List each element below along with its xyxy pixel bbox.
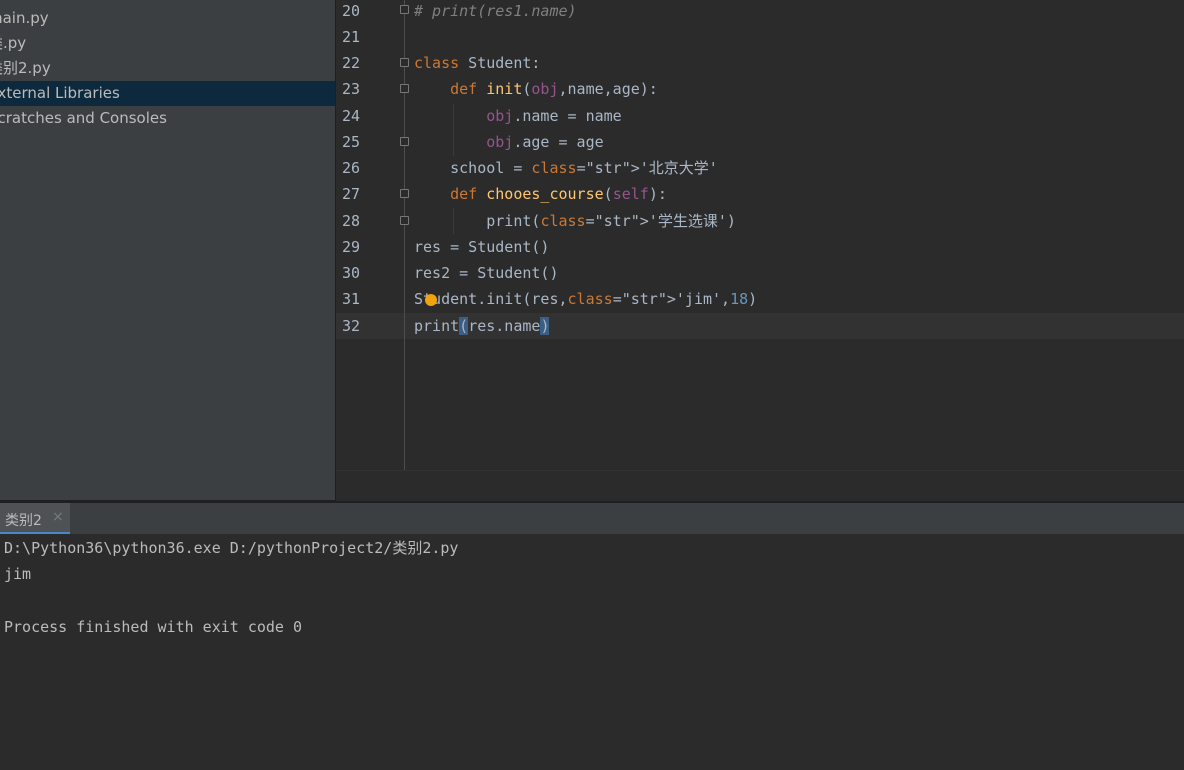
line-number: 29 [342, 238, 361, 256]
code-editor[interactable]: 20 21 22 23 24 25 26 27 28 29 30 31 32 #… [336, 0, 1184, 470]
line-number: 26 [342, 159, 361, 177]
editor-footer [336, 470, 1184, 501]
lightbulb-icon[interactable] [425, 294, 437, 306]
line-number: 22 [342, 54, 361, 72]
code-line[interactable]: school = class="str">'北京大学' [414, 155, 718, 181]
line-number-current: 32 [342, 317, 361, 335]
console-line: jim [4, 565, 32, 583]
tree-item-lei-py[interactable]: 类.py [0, 31, 335, 56]
tree-item-main-py[interactable]: main.py [0, 6, 335, 31]
line-number: 25 [342, 133, 361, 151]
line-number: 31 [342, 290, 361, 308]
tree-item-leibie2-py[interactable]: 类别2.py [0, 56, 335, 81]
console-line: Process finished with exit code 0 [4, 618, 303, 636]
gutter-divider [404, 0, 405, 470]
code-line[interactable]: res2 = Student() [414, 260, 559, 286]
fold-marker-icon[interactable] [400, 216, 409, 225]
code-line[interactable]: Student.init(res,class="str">'jim',18) [414, 286, 757, 312]
line-number: 28 [342, 212, 361, 230]
fold-marker-icon[interactable] [400, 84, 409, 93]
fold-marker-icon[interactable] [400, 189, 409, 198]
line-number: 21 [342, 28, 361, 46]
tree-item-scratches-and-consoles[interactable]: Scratches and Consoles [0, 106, 335, 131]
line-number: 23 [342, 80, 361, 98]
line-number: 30 [342, 264, 361, 282]
tree-item-external-libraries[interactable]: External Libraries [0, 81, 335, 106]
project-tree: main.py 类.py 类别2.py External Libraries S… [0, 0, 335, 500]
code-line[interactable]: print(class="str">'学生选课') [414, 208, 736, 234]
tree-item-label: 类.py [0, 34, 27, 52]
run-console[interactable]: D:\Python36\python36.exe D:/pythonProjec… [0, 535, 1184, 770]
code-line[interactable]: class Student: [414, 50, 540, 76]
tree-item-label: Scratches and Consoles [0, 109, 167, 127]
line-number: 20 [342, 2, 361, 20]
run-tab[interactable]: 类别2 × [0, 503, 70, 534]
console-line: D:\Python36\python36.exe D:/pythonProjec… [4, 539, 459, 557]
code-line[interactable]: obj.age = age [414, 129, 603, 155]
tree-item-label: 类别2.py [0, 59, 51, 77]
close-icon[interactable]: × [52, 509, 64, 525]
line-number: 27 [342, 185, 361, 203]
code-line[interactable]: def init(obj,name,age): [414, 76, 658, 102]
run-panel-header: 类别2 × [0, 503, 1184, 535]
code-line-current[interactable]: print(res.name) [414, 313, 550, 339]
code-line[interactable]: def chooes_course(self): [414, 181, 667, 207]
run-tab-label: 类别2 [5, 513, 42, 529]
code-line[interactable]: # print(res1.name) [414, 0, 577, 24]
fold-marker-icon[interactable] [400, 5, 409, 14]
tree-item-label: main.py [0, 9, 49, 27]
fold-marker-icon[interactable] [400, 58, 409, 67]
fold-marker-icon[interactable] [400, 137, 409, 146]
tree-item-label: External Libraries [0, 84, 120, 102]
code-line[interactable]: obj.name = name [414, 103, 621, 129]
line-number: 24 [342, 107, 361, 125]
code-line[interactable]: res = Student() [414, 234, 549, 260]
